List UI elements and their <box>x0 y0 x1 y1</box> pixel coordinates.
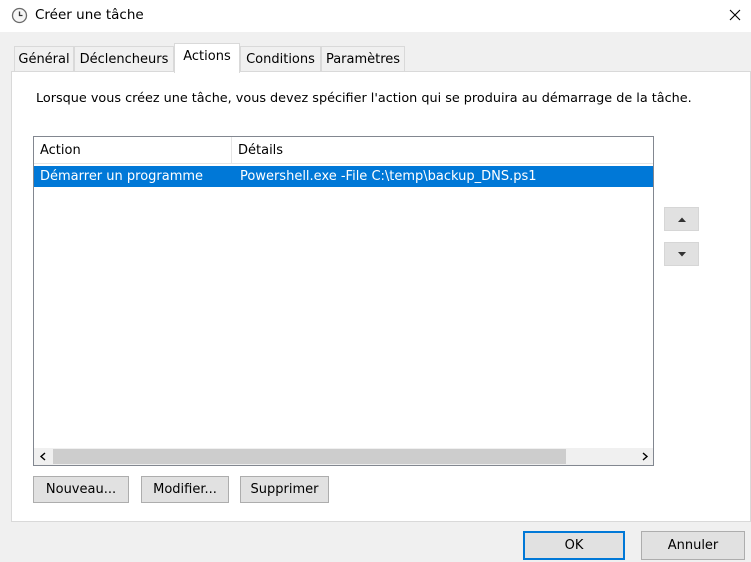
instruction-text: Lorsque vous créez une tâche, vous devez… <box>36 91 692 106</box>
actions-panel: Lorsque vous créez une tâche, vous devez… <box>11 71 751 522</box>
move-up-button[interactable] <box>664 207 699 231</box>
tab-actions[interactable]: Actions <box>174 43 240 73</box>
table-row[interactable]: Démarrer un programme Powershell.exe -Fi… <box>34 166 653 187</box>
scroll-right-button[interactable] <box>636 448 653 465</box>
ok-button[interactable]: OK <box>523 531 625 560</box>
close-icon <box>729 9 740 21</box>
horizontal-scrollbar[interactable] <box>34 448 653 465</box>
chevron-right-icon <box>642 452 648 461</box>
tab-conditions[interactable]: Conditions <box>240 46 321 71</box>
chevron-left-icon <box>39 452 45 461</box>
column-header-action[interactable]: Action <box>34 137 232 164</box>
new-button[interactable]: Nouveau... <box>33 476 129 503</box>
move-down-button[interactable] <box>664 242 699 266</box>
scroll-left-button[interactable] <box>34 448 51 465</box>
delete-button[interactable]: Supprimer <box>240 476 329 503</box>
close-button[interactable] <box>718 0 751 30</box>
tab-parametres[interactable]: Paramètres <box>321 46 405 71</box>
tab-general[interactable]: Général <box>14 46 74 71</box>
title-bar: Créer une tâche <box>0 0 751 32</box>
edit-button[interactable]: Modifier... <box>141 476 229 503</box>
triangle-down-icon <box>677 251 686 256</box>
scrollbar-thumb[interactable] <box>53 449 566 464</box>
tab-declencheurs[interactable]: Déclencheurs <box>74 46 174 71</box>
actions-list[interactable]: Action Détails Démarrer un programme Pow… <box>33 136 654 466</box>
cancel-button[interactable]: Annuler <box>641 531 745 560</box>
column-header-details[interactable]: Détails <box>232 137 653 164</box>
triangle-up-icon <box>677 217 686 222</box>
row-action-cell: Démarrer un programme <box>40 169 204 184</box>
clock-icon <box>11 7 28 24</box>
row-details-cell: Powershell.exe -File C:\temp\backup_DNS.… <box>240 169 537 184</box>
list-header: Action Détails <box>34 137 653 164</box>
window-title: Créer une tâche <box>35 7 144 23</box>
